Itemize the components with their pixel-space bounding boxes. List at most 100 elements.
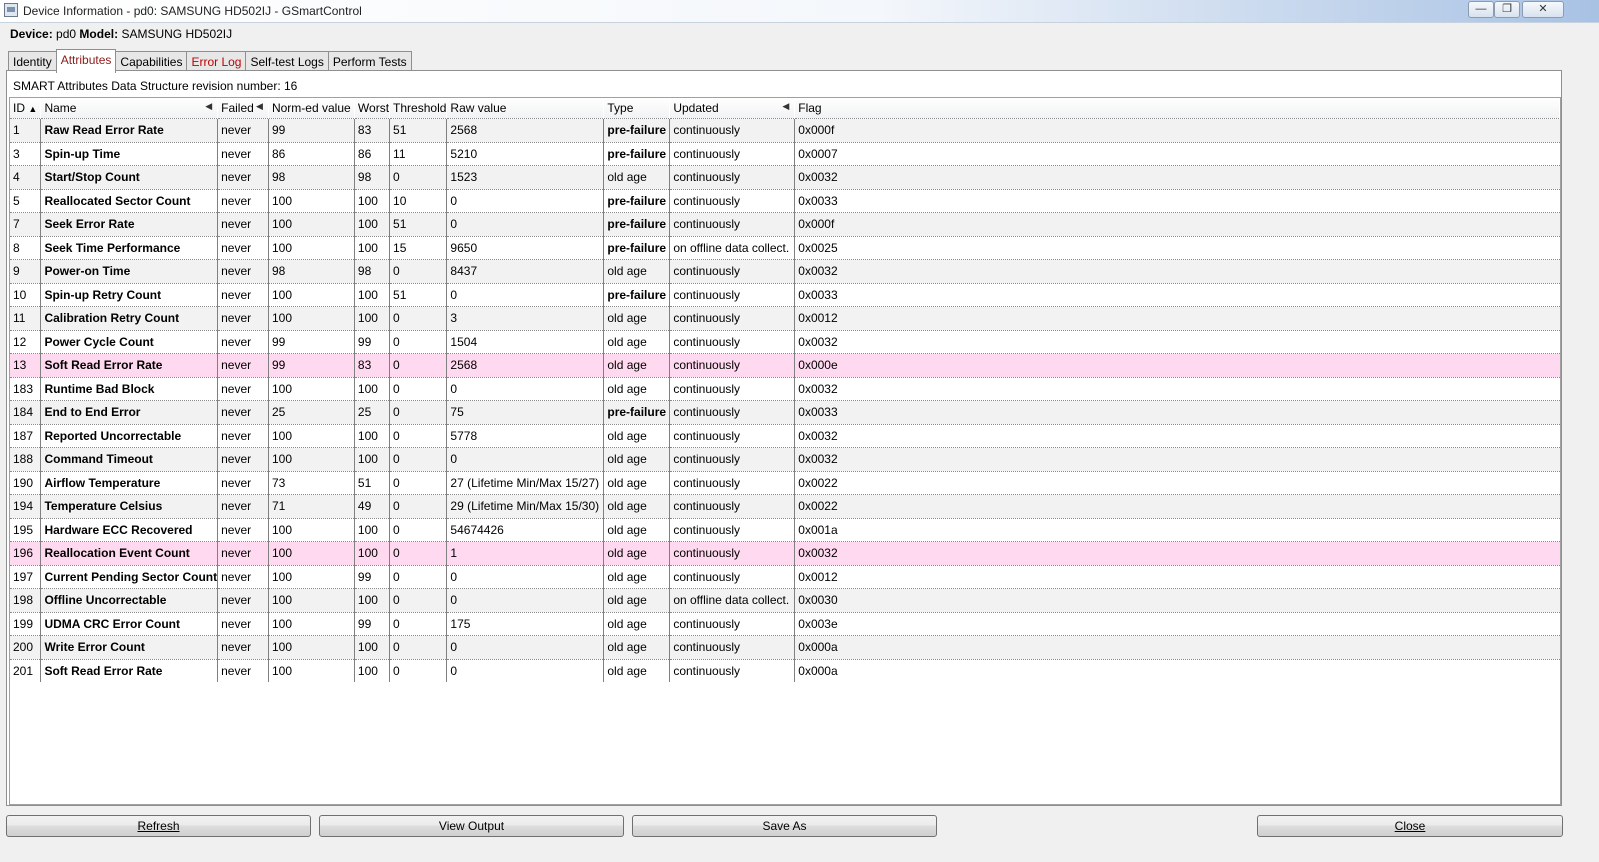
col-header-worst[interactable]: Worst	[354, 98, 391, 119]
cell-worst: 98	[354, 165, 391, 189]
cell-failed: never	[217, 165, 269, 189]
table-row[interactable]: 5 Reallocated Sector Count never 100 100 10 0 p…	[10, 188, 1560, 213]
table-row[interactable]: 184 End to End Error never 25 25 0 75 pre-failu…	[10, 400, 1560, 424]
cell-id: 187	[10, 423, 42, 448]
cell-raw-value: 1523	[446, 165, 605, 189]
cell-normed-value: 100	[268, 282, 355, 307]
cell-raw-value: 0	[446, 447, 605, 471]
app-icon	[4, 3, 18, 17]
table-row[interactable]: 199 UDMA CRC Error Count never 100 99 0 175 old…	[10, 611, 1560, 636]
close-button[interactable]: Close	[1257, 815, 1563, 837]
cell-threshold: 10	[389, 188, 448, 213]
cell-type: old age	[603, 306, 671, 330]
table-row[interactable]: 194 Temperature Celsius never 71 49 0 29 (Life…	[10, 494, 1560, 518]
col-header-flag[interactable]: Flag	[794, 98, 1560, 119]
cell-threshold: 0	[389, 329, 448, 354]
table-row[interactable]: 201 Soft Read Error Rate never 100 100 0 0 old …	[10, 658, 1560, 682]
table-row[interactable]: 190 Airflow Temperature never 73 51 0 27 (Life…	[10, 470, 1560, 495]
table-row[interactable]: 11 Calibration Retry Count never 100 100 0 3 ol…	[10, 306, 1560, 330]
column-arrow-icon: ◀	[256, 101, 263, 111]
save-as-button[interactable]: Save As	[632, 815, 937, 837]
cell-type: old age	[603, 423, 671, 448]
cell-normed-value: 98	[268, 165, 355, 189]
cell-flag: 0x000e	[794, 353, 1560, 377]
cell-threshold: 0	[389, 306, 448, 330]
table-row[interactable]: 10 Spin-up Retry Count never 100 100 51 0 pre-f…	[10, 282, 1560, 307]
cell-name: UDMA CRC Error Count	[40, 611, 219, 636]
col-header-normed-value[interactable]: Norm-ed value	[268, 98, 355, 119]
table-row[interactable]: 1 Raw Read Error Rate never 99 83 51 2568 pre-f…	[10, 118, 1560, 142]
cell-normed-value: 99	[268, 329, 355, 354]
cell-flag: 0x000f	[794, 212, 1560, 236]
cell-threshold: 51	[389, 282, 448, 307]
cell-threshold: 0	[389, 517, 448, 542]
close-button-label: Close	[1394, 819, 1426, 833]
table-row[interactable]: 198 Offline Uncorrectable never 100 100 0 0 old…	[10, 588, 1560, 612]
minimize-icon[interactable]: —	[1468, 1, 1494, 18]
cell-name: Offline Uncorrectable	[40, 588, 219, 612]
table-row[interactable]: 12 Power Cycle Count never 99 99 0 1504 old age…	[10, 329, 1560, 354]
cell-type: old age	[603, 353, 671, 377]
cell-flag: 0x0030	[794, 588, 1560, 612]
cell-name: Start/Stop Count	[40, 165, 219, 189]
cell-worst: 100	[354, 588, 391, 612]
view-output-button[interactable]: View Output	[319, 815, 624, 837]
cell-threshold: 0	[389, 259, 448, 283]
cell-normed-value: 100	[268, 564, 355, 589]
col-header-name[interactable]: Name ◀	[40, 98, 219, 119]
table-row[interactable]: 183 Runtime Bad Block never 100 100 0 0 old age…	[10, 376, 1560, 401]
cell-name: Spin-up Retry Count	[40, 282, 219, 307]
cell-flag: 0x0032	[794, 541, 1560, 565]
close-icon[interactable]: ✕	[1522, 1, 1564, 18]
table-row[interactable]: 195 Hardware ECC Recovered never 100 100 0 546…	[10, 517, 1560, 542]
column-arrow-icon: ◀	[205, 101, 213, 111]
attributes-table: ID ▲ Name ◀ Failed ◀ Norm-ed value Worst T…	[10, 98, 1560, 682]
model-label: Model:	[79, 27, 119, 41]
col-header-type[interactable]: Type	[603, 98, 671, 119]
table-row[interactable]: 187 Reported Uncorrectable never 100 100 0 577…	[10, 423, 1560, 448]
table-row[interactable]: 3 Spin-up Time never 86 86 11 5210 pre-failure c…	[10, 141, 1560, 166]
col-header-failed[interactable]: Failed ◀	[217, 98, 269, 119]
cell-id: 198	[10, 588, 42, 612]
tab-attributes[interactable]: Attributes	[55, 49, 117, 73]
cell-flag: 0x0025	[794, 235, 1560, 260]
cell-normed-value: 100	[268, 611, 355, 636]
cell-id: 12	[10, 329, 42, 354]
cell-worst: 100	[354, 517, 391, 542]
table-row[interactable]: 200 Write Error Count never 100 100 0 0 old age…	[10, 635, 1560, 659]
cell-threshold: 0	[389, 353, 448, 377]
col-header-threshold[interactable]: Threshold	[389, 98, 448, 119]
cell-id: 7	[10, 212, 42, 236]
table-row[interactable]: 13 Soft Read Error Rate never 99 83 0 2568 old …	[10, 353, 1560, 377]
cell-raw-value: 1504	[446, 329, 605, 354]
cell-threshold: 11	[389, 141, 448, 166]
table-row[interactable]: 197 Current Pending Sector Count never 100 9…	[10, 564, 1560, 589]
col-header-id[interactable]: ID ▲	[10, 98, 42, 119]
table-row[interactable]: 4 Start/Stop Count never 98 98 0 1523 old age co…	[10, 165, 1560, 189]
maximize-icon[interactable]: ❐	[1494, 1, 1520, 18]
cell-name: Power Cycle Count	[40, 329, 219, 354]
cell-flag: 0x000a	[794, 635, 1560, 659]
cell-failed: never	[217, 400, 269, 424]
table-row[interactable]: 8 Seek Time Performance never 100 100 15 9650 p…	[10, 235, 1560, 260]
cell-raw-value: 0	[446, 588, 605, 612]
cell-name: Power-on Time	[40, 259, 219, 283]
cell-type: pre-failure	[603, 282, 671, 307]
cell-type: old age	[603, 470, 671, 495]
col-header-raw-value[interactable]: Raw value	[446, 98, 605, 119]
table-row[interactable]: 188 Command Timeout never 100 100 0 0 old age co…	[10, 447, 1560, 471]
col-header-updated[interactable]: Updated ◀	[669, 98, 796, 119]
cell-id: 184	[10, 400, 42, 424]
attributes-table-container[interactable]: ID ▲ Name ◀ Failed ◀ Norm-ed value Worst T…	[9, 97, 1561, 805]
table-row[interactable]: 9 Power-on Time never 98 98 0 8437 old age conti…	[10, 259, 1560, 283]
table-row[interactable]: 7 Seek Error Rate never 100 100 51 0 pre-failur…	[10, 212, 1560, 236]
cell-normed-value: 25	[268, 400, 355, 424]
cell-type: old age	[603, 376, 671, 401]
table-row[interactable]: 196 Reallocation Event Count never 100 100 0 1…	[10, 541, 1560, 565]
cell-updated: continuously	[669, 118, 796, 142]
cell-flag: 0x0022	[794, 470, 1560, 495]
cell-failed: never	[217, 423, 269, 448]
cell-worst: 83	[354, 118, 391, 142]
cell-threshold: 0	[389, 564, 448, 589]
refresh-button[interactable]: Refresh	[6, 815, 311, 837]
